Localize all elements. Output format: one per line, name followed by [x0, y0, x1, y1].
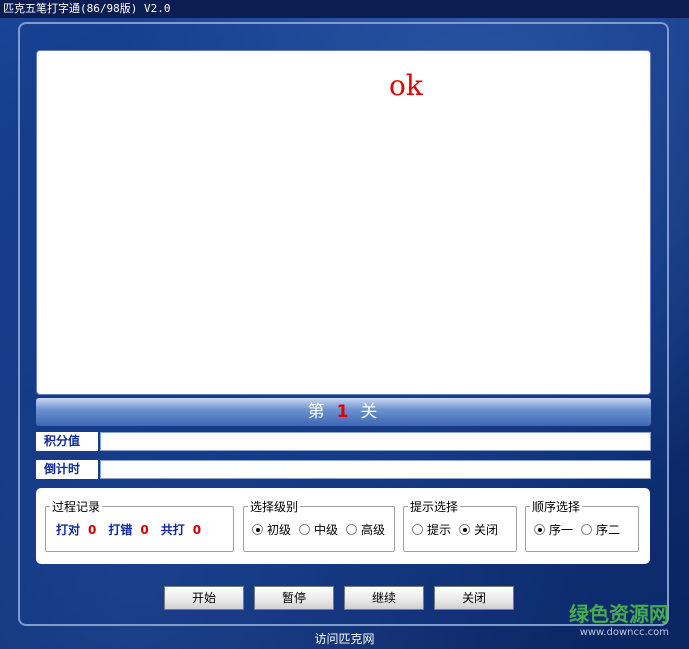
hint-group: 提示选择 提示 关闭 — [403, 498, 517, 552]
radio-empty-icon — [299, 524, 311, 535]
countdown-row: 倒计时 — [36, 460, 651, 479]
countdown-field — [100, 460, 651, 479]
radio-empty-icon — [346, 524, 358, 535]
level-number: 1 — [336, 402, 351, 422]
order-radio-second[interactable]: 序二 — [581, 521, 620, 538]
level-prefix: 第 — [307, 402, 327, 422]
close-button[interactable]: 关闭 — [434, 586, 514, 610]
radio-selected-icon — [534, 524, 545, 535]
difficulty-radio-intermediate[interactable]: 中级 — [299, 521, 338, 538]
wrong-count: 0 — [140, 522, 149, 537]
level-indicator: 第1关 — [36, 398, 651, 426]
radio-empty-icon — [412, 524, 423, 535]
correct-count: 0 — [88, 522, 97, 537]
display-text: ok — [389, 69, 423, 102]
radio-empty-icon — [581, 524, 593, 535]
hint-radio-show[interactable]: 提示 — [412, 521, 451, 538]
hint-legend: 提示选择 — [410, 500, 459, 514]
total-label: 共打 — [160, 523, 185, 537]
radio-selected-icon — [252, 524, 263, 535]
app-window: 匹克五笔打字通(86/98版) V2.0 ok 第1关 积分值 倒计时 过程记录… — [0, 0, 689, 649]
options-panel: 过程记录 打对 0 打错 0 共打 0 选择级别 初级 中级 高级 提示选择 提… — [36, 488, 650, 564]
wrong-label: 打错 — [108, 523, 133, 537]
typing-display: ok — [36, 50, 651, 395]
watermark-en: www.downcc.com — [579, 627, 669, 638]
difficulty-group: 选择级别 初级 中级 高级 — [243, 498, 395, 552]
difficulty-radio-advanced[interactable]: 高级 — [346, 521, 385, 538]
level-suffix: 关 — [360, 402, 380, 422]
score-field — [100, 432, 651, 451]
watermark: 绿色资源网 www.downcc.com — [569, 598, 669, 638]
radio-selected-icon — [459, 524, 471, 535]
pause-button[interactable]: 暂停 — [254, 586, 334, 610]
order-legend: 顺序选择 — [532, 500, 581, 514]
resume-button[interactable]: 继续 — [344, 586, 424, 610]
hint-radio-off[interactable]: 关闭 — [459, 521, 498, 538]
process-record-group: 过程记录 打对 0 打错 0 共打 0 — [45, 498, 234, 552]
score-row: 积分值 — [36, 432, 651, 451]
difficulty-radio-beginner[interactable]: 初级 — [252, 521, 291, 538]
order-group: 顺序选择 序一 序二 — [525, 498, 639, 552]
watermark-cn: 绿色资源网 — [569, 602, 669, 626]
countdown-label: 倒计时 — [36, 460, 98, 479]
window-title: 匹克五笔打字通(86/98版) V2.0 — [0, 0, 689, 18]
score-label: 积分值 — [36, 432, 98, 451]
order-radio-first[interactable]: 序一 — [534, 521, 573, 538]
difficulty-legend: 选择级别 — [250, 500, 299, 514]
total-count: 0 — [192, 522, 202, 537]
start-button[interactable]: 开始 — [164, 586, 244, 610]
correct-label: 打对 — [56, 523, 81, 537]
process-record-legend: 过程记录 — [52, 500, 101, 514]
